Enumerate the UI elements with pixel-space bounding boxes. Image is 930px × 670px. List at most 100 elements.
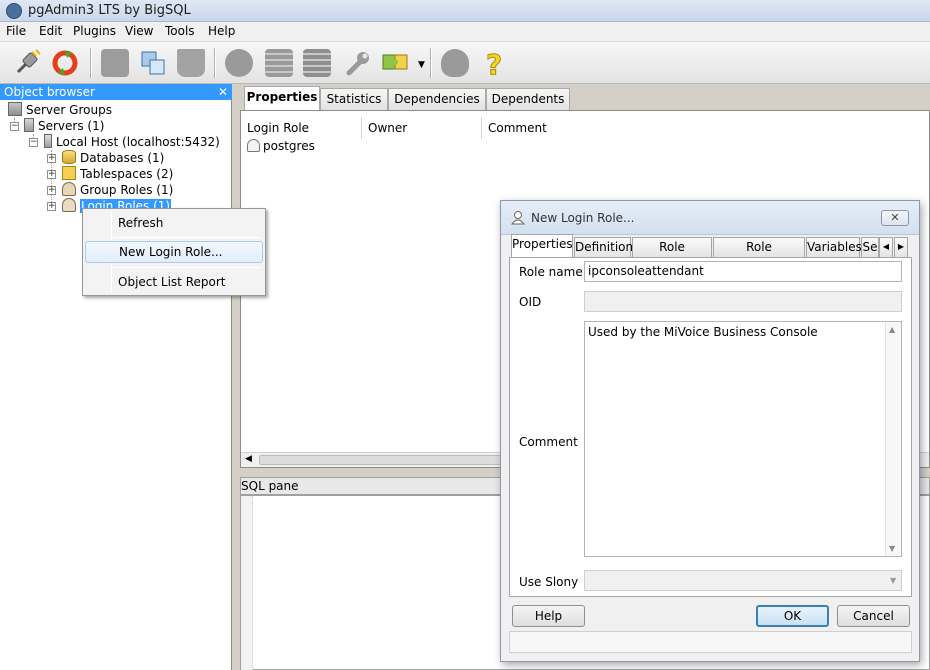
menu-edit[interactable]: Edit	[39, 24, 62, 38]
expand-icon[interactable]: +	[47, 154, 56, 163]
menu-file[interactable]: File	[6, 24, 26, 38]
tree-item-label: Group Roles (1)	[80, 183, 174, 197]
group-roles-icon	[62, 182, 76, 196]
comment-label: Comment	[519, 435, 578, 449]
tab-dependents[interactable]: Dependents	[486, 88, 570, 110]
cancel-button[interactable]: Cancel	[837, 605, 910, 627]
menu-separator	[113, 267, 261, 268]
comment-vertical-scrollbar[interactable]: ▲ ▼	[885, 322, 901, 556]
chevron-down-icon[interactable]: ▼	[890, 576, 896, 585]
filtered-data-icon	[303, 49, 331, 77]
scroll-down-arrow-icon[interactable]: ▼	[889, 544, 895, 553]
menu-bar: File Edit Plugins View Tools Help	[0, 22, 930, 42]
ok-button[interactable]: OK	[756, 605, 829, 627]
login-role-name: postgres	[263, 139, 315, 153]
menu-item-new-login-role[interactable]: New Login Role...	[85, 241, 263, 263]
view-data-button[interactable]	[262, 46, 296, 80]
connect-button[interactable]	[10, 46, 44, 80]
svg-text:?: ?	[486, 48, 502, 78]
dialog-tab-role-membership[interactable]: Role membership	[713, 237, 805, 272]
dialog-tab-role-privileges[interactable]: Role privileges	[632, 237, 712, 272]
new-login-role-dialog: New Login Role... ✕ Properties Definitio…	[500, 200, 920, 662]
plugins-dropdown-arrow-icon[interactable]: ▼	[418, 60, 425, 70]
oid-input	[584, 291, 902, 312]
help-icon: ?	[486, 48, 503, 78]
main-toolbar: ▼ ?	[0, 42, 930, 84]
panel-splitter[interactable]	[232, 84, 240, 670]
refresh-button[interactable]	[48, 46, 82, 80]
drop-object-icon	[177, 49, 205, 77]
comment-textarea[interactable]: Used by the MiVoice Business Console ▲ ▼	[584, 321, 902, 557]
tree-item-databases[interactable]: Databases (1)	[62, 150, 164, 166]
view-data-icon	[265, 49, 293, 77]
dialog-tab-properties[interactable]: Properties	[511, 234, 573, 257]
servers-icon	[24, 118, 34, 132]
tab-statistics[interactable]: Statistics	[320, 88, 388, 110]
toolbar-separator	[214, 48, 216, 78]
tab-dependencies[interactable]: Dependencies	[388, 88, 486, 110]
role-name-input[interactable]: ipconsoleattendant	[584, 261, 902, 282]
plugins-puzzle-icon	[382, 54, 408, 70]
column-header-owner[interactable]: Owner	[362, 117, 482, 139]
menu-plugins[interactable]: Plugins	[73, 24, 116, 38]
role-name-label: Role name	[519, 265, 583, 279]
collapse-icon[interactable]: −	[29, 138, 38, 147]
create-object-button[interactable]	[136, 46, 170, 80]
expand-icon[interactable]: +	[47, 202, 56, 211]
maintenance-button[interactable]	[340, 46, 374, 80]
properties-button[interactable]	[98, 46, 132, 80]
filtered-data-button[interactable]	[300, 46, 334, 80]
tree-item-label: Local Host (localhost:5432)	[56, 135, 220, 149]
scrollbar-thumb[interactable]	[259, 455, 509, 465]
window-title-bar: pgAdmin3 LTS by BigSQL	[0, 0, 930, 22]
tree-item-servers[interactable]: Servers (1)	[24, 118, 104, 134]
server-icon	[44, 134, 52, 148]
dialog-tab-variables[interactable]: Variables	[806, 237, 862, 257]
oid-label: OID	[519, 295, 542, 309]
menu-item-object-list-report[interactable]: Object List Report	[85, 271, 263, 293]
menu-help[interactable]: Help	[208, 24, 235, 38]
column-header-comment[interactable]: Comment	[482, 117, 742, 139]
collapse-icon[interactable]: −	[10, 122, 19, 131]
tree-item-tablespaces[interactable]: Tablespaces (2)	[62, 166, 173, 182]
expand-icon[interactable]: +	[47, 186, 56, 195]
sql-pane-title: SQL pane	[241, 479, 299, 493]
close-icon[interactable]: ✕	[218, 84, 228, 100]
toolbar-separator	[430, 48, 432, 78]
expand-icon[interactable]: +	[47, 170, 56, 179]
drop-object-button[interactable]	[174, 46, 208, 80]
scroll-up-arrow-icon[interactable]: ▲	[889, 325, 895, 334]
login-role-icon	[511, 211, 525, 225]
menu-view[interactable]: View	[125, 24, 153, 38]
dialog-tab-security[interactable]: Se	[861, 237, 879, 257]
help-button[interactable]: ?	[476, 46, 510, 80]
properties-icon	[101, 49, 129, 77]
tablespace-icon	[62, 166, 76, 180]
column-header-login-role[interactable]: Login Role	[241, 117, 362, 139]
table-row[interactable]: postgres	[247, 139, 315, 153]
tab-scroll-left-icon[interactable]: ◀	[879, 237, 893, 257]
tree-item-label: Server Groups	[26, 103, 112, 117]
plugins-button[interactable]	[378, 46, 412, 80]
dialog-tab-definition[interactable]: Definition	[574, 237, 633, 257]
sql-query-icon	[225, 49, 253, 77]
dialog-status-bar	[509, 631, 912, 653]
menu-item-refresh[interactable]: Refresh	[85, 212, 263, 234]
server-group-icon	[8, 102, 22, 116]
connect-plug-icon	[16, 49, 41, 74]
tree-item-server-groups[interactable]: Server Groups	[8, 102, 112, 118]
help-button[interactable]: Help	[512, 605, 585, 627]
tree-item-local-host[interactable]: Local Host (localhost:5432)	[44, 134, 220, 150]
close-icon[interactable]: ✕	[881, 210, 909, 226]
use-slony-select[interactable]	[584, 570, 902, 591]
window-title: pgAdmin3 LTS by BigSQL	[28, 3, 191, 18]
login-role-icon	[247, 139, 260, 152]
object-browser-panel: Object browser ✕ Server Groups − Servers…	[0, 84, 232, 670]
scroll-left-arrow-icon[interactable]: ◀	[245, 454, 252, 464]
tab-properties[interactable]: Properties	[244, 86, 320, 110]
menu-tools[interactable]: Tools	[165, 24, 195, 38]
sql-query-button[interactable]	[222, 46, 256, 80]
tab-scroll-right-icon[interactable]: ▶	[894, 237, 908, 257]
tree-item-group-roles[interactable]: Group Roles (1)	[62, 182, 173, 198]
tips-button[interactable]	[438, 46, 472, 80]
